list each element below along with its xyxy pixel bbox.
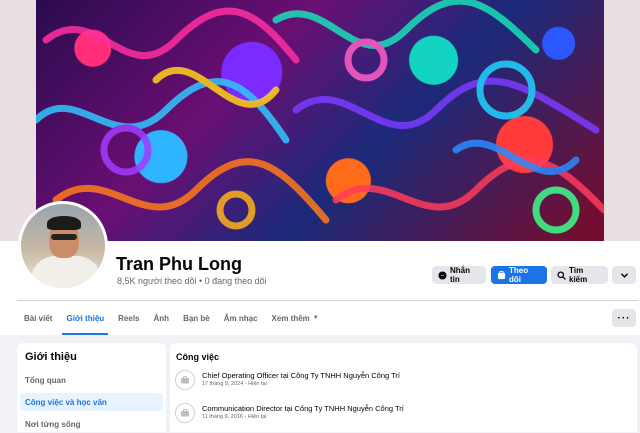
tab-more[interactable]: Xem thêm ▼ — [265, 301, 326, 335]
follow-icon — [497, 270, 506, 280]
about-nav-label: Tổng quan — [25, 375, 66, 385]
tab-label: Bạn bè — [183, 313, 210, 323]
tab-posts[interactable]: Bài viết — [17, 301, 59, 335]
cover-photo[interactable] — [36, 0, 604, 241]
chevron-down-icon — [620, 271, 629, 280]
follow-button-label: Theo dõi — [509, 266, 529, 284]
avatar-hair — [47, 216, 81, 230]
profile-tabs: Bài viết Giới thiệu Reels Ảnh Bạn bè Âm … — [17, 301, 326, 335]
message-button[interactable]: Nhắn tin — [432, 266, 486, 284]
search-button-label: Tìm kiếm — [569, 266, 588, 284]
tab-label: Ảnh — [153, 313, 170, 323]
about-nav-work-education[interactable]: Công việc và học vấn — [20, 393, 163, 411]
more-options-button[interactable]: ··· — [612, 309, 636, 327]
profile-follower-stats[interactable]: 8,5K người theo dõi • 0 đang theo dõi — [117, 276, 267, 286]
work-dates: 11 tháng 9, 2016 - Hiện tại — [202, 414, 267, 420]
work-item[interactable]: Chief Operating Officer tại Công Ty TNHH… — [175, 370, 625, 394]
more-icon: ··· — [617, 312, 631, 324]
profile-options-button[interactable] — [612, 266, 636, 284]
tab-label: Xem thêm — [271, 313, 310, 323]
tab-friends[interactable]: Bạn bè — [176, 301, 217, 335]
profile-avatar[interactable] — [18, 201, 108, 291]
avatar-shirt — [31, 256, 101, 288]
about-nav-label: Công việc và học vấn — [25, 397, 107, 407]
profile-name: Tran Phu Long — [116, 254, 242, 274]
cover-pattern — [36, 0, 604, 234]
work-title: Chief Operating Officer tại Công Ty TNHH… — [202, 371, 401, 380]
message-button-label: Nhắn tin — [450, 266, 470, 284]
tab-label: Reels — [118, 313, 140, 323]
follow-button[interactable]: Theo dõi — [491, 266, 547, 284]
tab-label: Giới thiệu — [66, 313, 105, 323]
tab-label: Bài viết — [24, 313, 53, 323]
about-nav-places-lived[interactable]: Nơi từng sống — [20, 415, 163, 433]
about-sidebar: Giới thiệu Tổng quan Công việc và học vấ… — [17, 343, 166, 432]
tab-photos[interactable]: Ảnh — [147, 301, 177, 335]
work-dates: 17 tháng 9, 2024 - Hiện tại — [202, 381, 267, 387]
tab-music[interactable]: Âm nhạc — [217, 301, 265, 335]
search-button[interactable]: Tìm kiếm — [551, 266, 608, 284]
tab-about[interactable]: Giới thiệu — [59, 301, 111, 335]
work-section: Công việc Chief Operating Officer tại Cô… — [170, 343, 637, 432]
briefcase-icon — [175, 370, 195, 390]
briefcase-icon — [175, 403, 195, 423]
work-heading: Công việc — [176, 352, 220, 362]
about-nav-overview[interactable]: Tổng quan — [20, 371, 163, 389]
about-nav-label: Nơi từng sống — [25, 419, 81, 429]
work-item[interactable]: Communication Director tại Công Ty TNHH … — [175, 403, 625, 427]
messenger-icon — [438, 270, 447, 280]
cover-photo-frame — [0, 0, 640, 241]
tab-label: Âm nhạc — [223, 313, 258, 323]
about-heading: Giới thiệu — [25, 351, 77, 363]
profile-header: Tran Phu Long 8,5K người theo dõi • 0 đa… — [0, 0, 640, 335]
work-title: Communication Director tại Công Ty TNHH … — [202, 404, 404, 413]
caret-down-icon: ▼ — [312, 315, 319, 321]
search-icon — [557, 270, 566, 280]
tab-reels[interactable]: Reels — [111, 301, 146, 335]
avatar-glasses — [51, 234, 77, 240]
